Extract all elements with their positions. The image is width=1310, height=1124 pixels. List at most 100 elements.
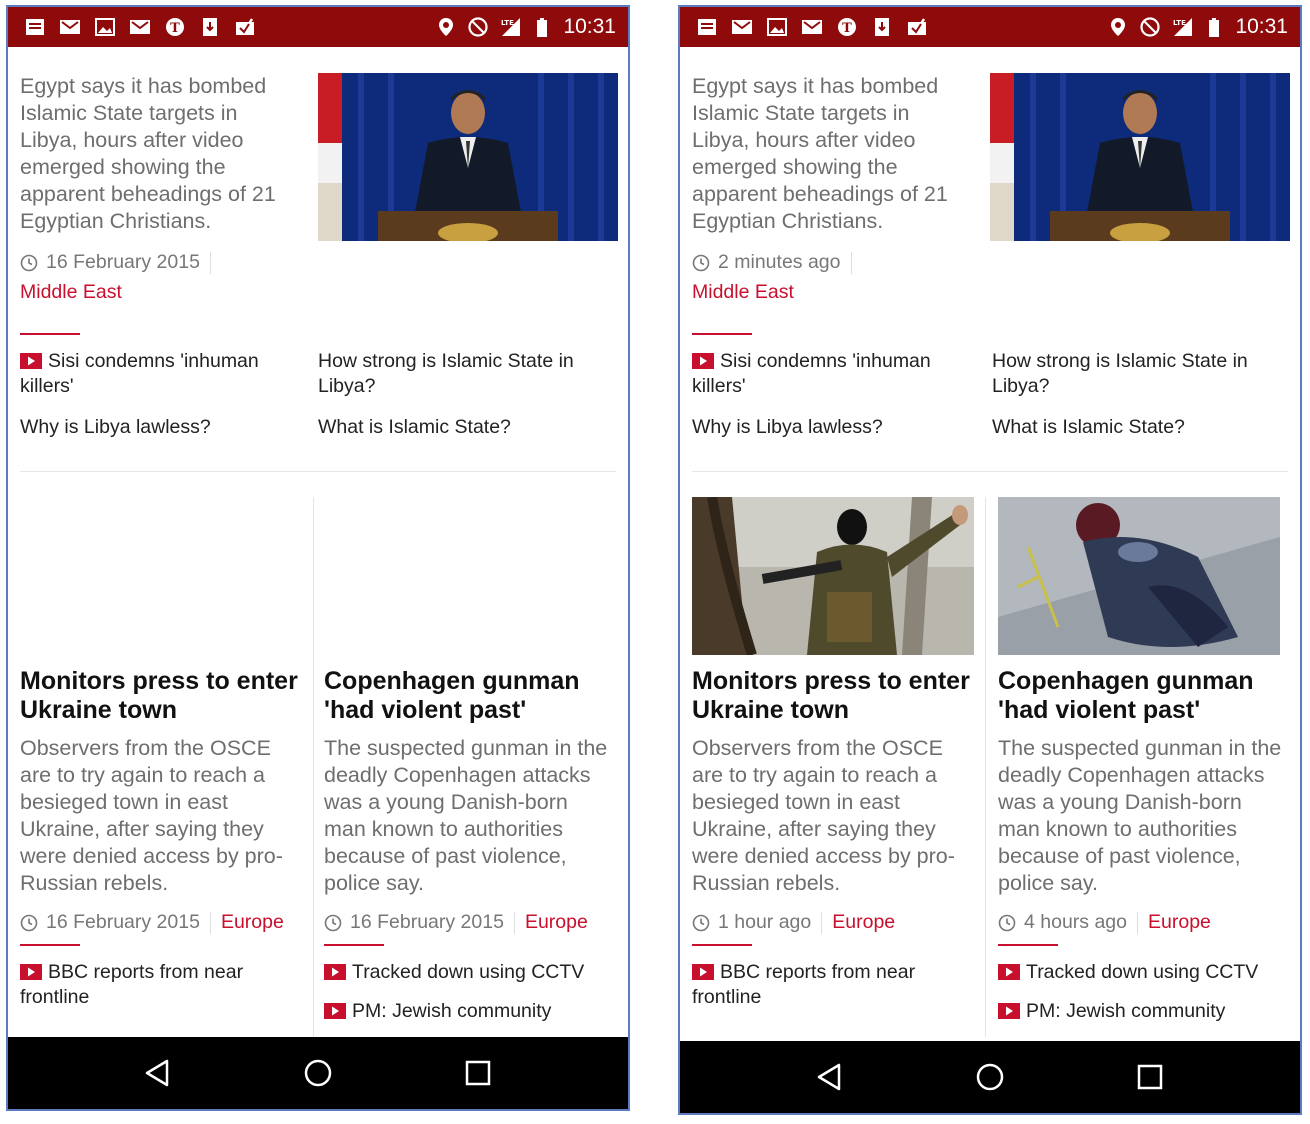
play-video-icon [998, 964, 1020, 980]
story-image[interactable] [692, 497, 974, 655]
story-summary[interactable]: Observers from the OSCE are to try again… [692, 735, 977, 897]
svg-text:LTE: LTE [1173, 19, 1186, 27]
navigation-bar [8, 1037, 628, 1109]
nytimes-icon: T [164, 16, 186, 38]
gmail-icon [731, 16, 753, 38]
related-link-video[interactable]: PM: Jewish community [324, 999, 609, 1024]
story-summary[interactable]: Observers from the OSCE are to try again… [20, 735, 305, 897]
related-link[interactable]: What is Islamic State? [992, 415, 1287, 440]
related-links: Tracked down using CCTV PM: Jewish commu… [998, 960, 1283, 1024]
recents-icon[interactable] [461, 1056, 495, 1090]
story-meta: 16 February 2015 Europe [324, 911, 609, 934]
story-summary[interactable]: The suspected gunman in the deadly Copen… [324, 735, 609, 897]
story-headline[interactable]: Copenhagen gunman 'had violent past' [998, 667, 1283, 725]
red-rule [692, 333, 752, 335]
story-card[interactable]: Monitors press to enter Ukraine town Obs… [20, 497, 305, 1010]
related-links: Tracked down using CCTV PM: Jewish commu… [324, 960, 609, 1024]
related-link-label: PM: Jewish community [1026, 1000, 1226, 1022]
location-icon [1107, 16, 1129, 38]
lead-timestamp: 2 minutes ago [718, 251, 841, 273]
clock-icon [20, 914, 38, 931]
story-image[interactable] [998, 497, 1280, 655]
lead-timestamp: 16 February 2015 [46, 251, 200, 273]
related-link-video[interactable]: BBC reports from near frontline [20, 960, 305, 1010]
story-card[interactable]: Monitors press to enter Ukraine town Obs… [692, 497, 977, 1010]
related-link[interactable]: What is Islamic State? [318, 415, 613, 440]
related-link-video[interactable]: Tracked down using CCTV [998, 960, 1283, 985]
related-link-video[interactable]: BBC reports from near frontline [692, 960, 977, 1010]
lead-meta: 16 February 2015 [20, 251, 221, 274]
phone-screenshot-before: T LTE 10:31 Egypt says it has bombed Isl… [6, 5, 630, 1111]
story-headline[interactable]: Copenhagen gunman 'had violent past' [324, 667, 609, 725]
back-icon[interactable] [141, 1056, 175, 1090]
section-link-europe[interactable]: Europe [832, 911, 895, 934]
related-link[interactable]: How strong is Islamic State in Libya? [992, 349, 1287, 399]
related-link-label: Tracked down using CCTV [352, 961, 585, 983]
related-link[interactable]: How strong is Islamic State in Libya? [318, 349, 613, 399]
previous-headline-cut [8, 47, 628, 53]
home-icon[interactable] [973, 1060, 1007, 1094]
section-divider [692, 471, 1288, 472]
notification-icons: T [24, 16, 256, 38]
story-timestamp: 1 hour ago [718, 911, 812, 933]
svg-text:T: T [842, 21, 852, 36]
play-video-icon [20, 964, 42, 980]
recents-icon[interactable] [1133, 1060, 1167, 1094]
svg-text:LTE: LTE [501, 19, 514, 27]
news-notification-icon [24, 16, 46, 38]
lead-summary[interactable]: Egypt says it has bombed Islamic State t… [20, 73, 295, 235]
story-card[interactable]: Copenhagen gunman 'had violent past' The… [324, 497, 609, 1024]
play-video-icon [692, 353, 714, 369]
back-icon[interactable] [813, 1060, 847, 1094]
battery-icon [531, 16, 553, 38]
related-link-label: PM: Jewish community [352, 1000, 552, 1022]
play-video-icon [998, 1003, 1020, 1019]
gmail-icon [801, 16, 823, 38]
news-notification-icon [696, 16, 718, 38]
story-summary[interactable]: The suspected gunman in the deadly Copen… [998, 735, 1283, 897]
related-link[interactable]: Why is Libya lawless? [20, 415, 300, 440]
related-link-video[interactable]: Sisi condemns 'inhuman killers' [692, 349, 962, 399]
story-card[interactable]: Copenhagen gunman 'had violent past' The… [998, 497, 1283, 1024]
notification-icons: T [696, 16, 928, 38]
play-video-icon [692, 964, 714, 980]
clock-time: 10:31 [563, 15, 616, 38]
column-divider [985, 497, 986, 1037]
news-feed[interactable]: Egypt says it has bombed Islamic State t… [8, 47, 628, 1037]
related-link-video[interactable]: PM: Jewish community [998, 999, 1283, 1024]
story-headline[interactable]: Monitors press to enter Ukraine town [692, 667, 977, 725]
clock-icon [324, 914, 342, 931]
section-link-europe[interactable]: Europe [525, 911, 588, 934]
red-rule [692, 944, 752, 946]
download-icon [199, 16, 221, 38]
section-link-europe[interactable]: Europe [1148, 911, 1211, 934]
lead-summary[interactable]: Egypt says it has bombed Islamic State t… [692, 73, 967, 235]
story-image-placeholder[interactable] [20, 497, 302, 655]
section-link-middle-east[interactable]: Middle East [20, 281, 122, 304]
related-link-video[interactable]: Tracked down using CCTV [324, 960, 609, 985]
story-headline[interactable]: Monitors press to enter Ukraine town [20, 667, 305, 725]
column-divider [313, 497, 314, 1037]
lte-signal-icon: LTE [499, 16, 521, 38]
section-link-middle-east[interactable]: Middle East [692, 281, 794, 304]
story-timestamp: 4 hours ago [1024, 911, 1127, 933]
news-feed[interactable]: Egypt says it has bombed Islamic State t… [680, 47, 1300, 1041]
gmail-icon [59, 16, 81, 38]
story-meta: 1 hour ago Europe [692, 911, 977, 934]
meta-separator [821, 911, 823, 934]
do-not-disturb-icon [1139, 16, 1161, 38]
story-image-placeholder[interactable] [324, 497, 606, 655]
task-done-icon [234, 16, 256, 38]
section-divider [20, 471, 616, 472]
home-icon[interactable] [301, 1056, 335, 1090]
play-video-icon [324, 964, 346, 980]
related-link-label: Sisi condemns 'inhuman killers' [692, 350, 931, 397]
meta-separator [850, 251, 852, 274]
lead-image[interactable] [990, 73, 1290, 241]
related-link-video[interactable]: Sisi condemns 'inhuman killers' [20, 349, 290, 399]
section-link-europe[interactable]: Europe [221, 911, 284, 934]
red-rule [20, 944, 80, 946]
clock-icon [998, 914, 1016, 931]
lead-image[interactable] [318, 73, 618, 241]
related-link[interactable]: Why is Libya lawless? [692, 415, 972, 440]
